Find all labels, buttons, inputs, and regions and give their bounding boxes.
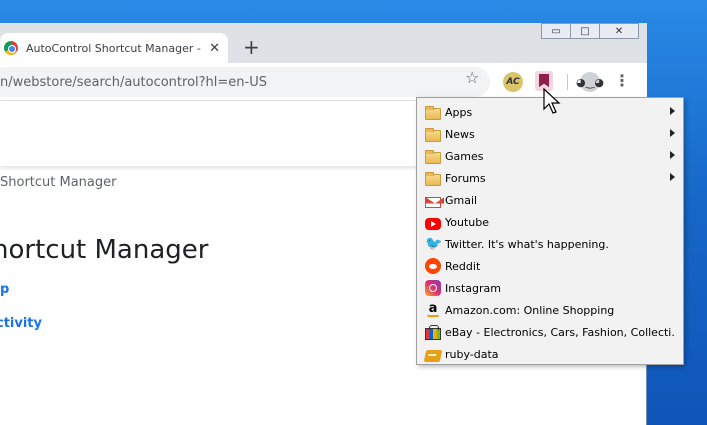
title-bar: AutoControl Shortcut Manager - Chr ✕ + ▭… — [0, 23, 647, 63]
bookmark-ruby-data[interactable]: ruby-data — [417, 343, 683, 365]
menu-item-label: ruby-data — [445, 347, 499, 361]
folder-icon — [425, 172, 441, 186]
tab-title: AutoControl Shortcut Manager - Chr — [26, 41, 202, 55]
link-item[interactable]: p — [0, 282, 9, 297]
ebay-icon — [425, 325, 441, 340]
amazon-icon: a — [425, 302, 441, 318]
chrome-menu-icon[interactable]: ⋮ — [614, 71, 630, 90]
maximize-button[interactable]: □ — [570, 23, 600, 39]
menu-item-label: Reddit — [445, 259, 481, 273]
bookmark-folder-news[interactable]: News — [417, 123, 683, 145]
submenu-arrow-icon — [670, 107, 675, 115]
bookmark-twitter[interactable]: 🐦 Twitter. It's what's happening. — [417, 233, 683, 255]
gmail-icon — [425, 196, 441, 208]
toolbar-separator — [567, 74, 568, 90]
menu-item-label: Instagram — [445, 281, 501, 295]
url-text: n/webstore/search/autocontrol?hl=en-US — [0, 75, 267, 90]
bookmark-star-icon[interactable]: ☆ — [465, 68, 479, 87]
reddit-icon — [425, 258, 441, 274]
menu-item-label: Amazon.com: Online Shopping — [445, 303, 615, 317]
bookmark-gmail[interactable]: Gmail — [417, 189, 683, 211]
menu-item-label: Youtube — [445, 215, 489, 229]
bookmark-amazon[interactable]: a Amazon.com: Online Shopping — [417, 299, 683, 321]
twitter-icon: 🐦 — [425, 236, 443, 252]
mouse-cursor-icon — [543, 88, 561, 114]
bookmark-instagram[interactable]: Instagram — [417, 277, 683, 299]
folder-icon — [425, 128, 441, 142]
menu-item-label: Gmail — [445, 193, 478, 207]
instagram-icon — [425, 280, 441, 296]
bookmarks-dropdown-menu: Apps News Games Forums Gmail Youtube 🐦 T… — [416, 97, 684, 365]
close-window-button[interactable]: ✕ — [599, 23, 639, 39]
new-tab-button[interactable]: + — [243, 35, 260, 59]
menu-item-label: Forums — [445, 171, 486, 185]
submenu-arrow-icon — [670, 151, 675, 159]
menu-item-label: Games — [445, 149, 484, 163]
autocontrol-extension-icon[interactable]: AC — [503, 72, 523, 92]
folder-icon — [425, 150, 441, 164]
submenu-arrow-icon — [670, 173, 675, 181]
chrome-webstore-icon — [4, 41, 18, 55]
ruby-icon — [423, 350, 443, 362]
bookmark-folder-forums[interactable]: Forums — [417, 167, 683, 189]
menu-item-label: News — [445, 127, 475, 141]
menu-item-label: Twitter. It's what's happening. — [445, 237, 609, 251]
bookmark-reddit[interactable]: Reddit — [417, 255, 683, 277]
address-bar[interactable]: n/webstore/search/autocontrol?hl=en-US — [0, 67, 490, 97]
tab-autocontrol[interactable]: AutoControl Shortcut Manager - Chr ✕ — [0, 33, 228, 63]
tab-close-icon[interactable]: ✕ — [209, 41, 220, 56]
window-controls: ▭ □ ✕ — [541, 23, 639, 39]
minimize-button[interactable]: ▭ — [541, 23, 571, 39]
page-title: hortcut Manager — [0, 235, 209, 265]
breadcrumb: Shortcut Manager — [0, 175, 117, 190]
submenu-arrow-icon — [670, 129, 675, 137]
profile-avatar-icon[interactable]: ◕‿◕ — [576, 72, 604, 92]
bookmark-folder-games[interactable]: Games — [417, 145, 683, 167]
bookmark-youtube[interactable]: Youtube — [417, 211, 683, 233]
youtube-icon — [425, 218, 441, 230]
menu-item-label: eBay - Electronics, Cars, Fashion, Colle… — [445, 325, 675, 339]
folder-icon — [425, 106, 441, 120]
bookmark-ebay[interactable]: eBay - Electronics, Cars, Fashion, Colle… — [417, 321, 683, 343]
activity-link[interactable]: ctivity — [0, 316, 42, 331]
